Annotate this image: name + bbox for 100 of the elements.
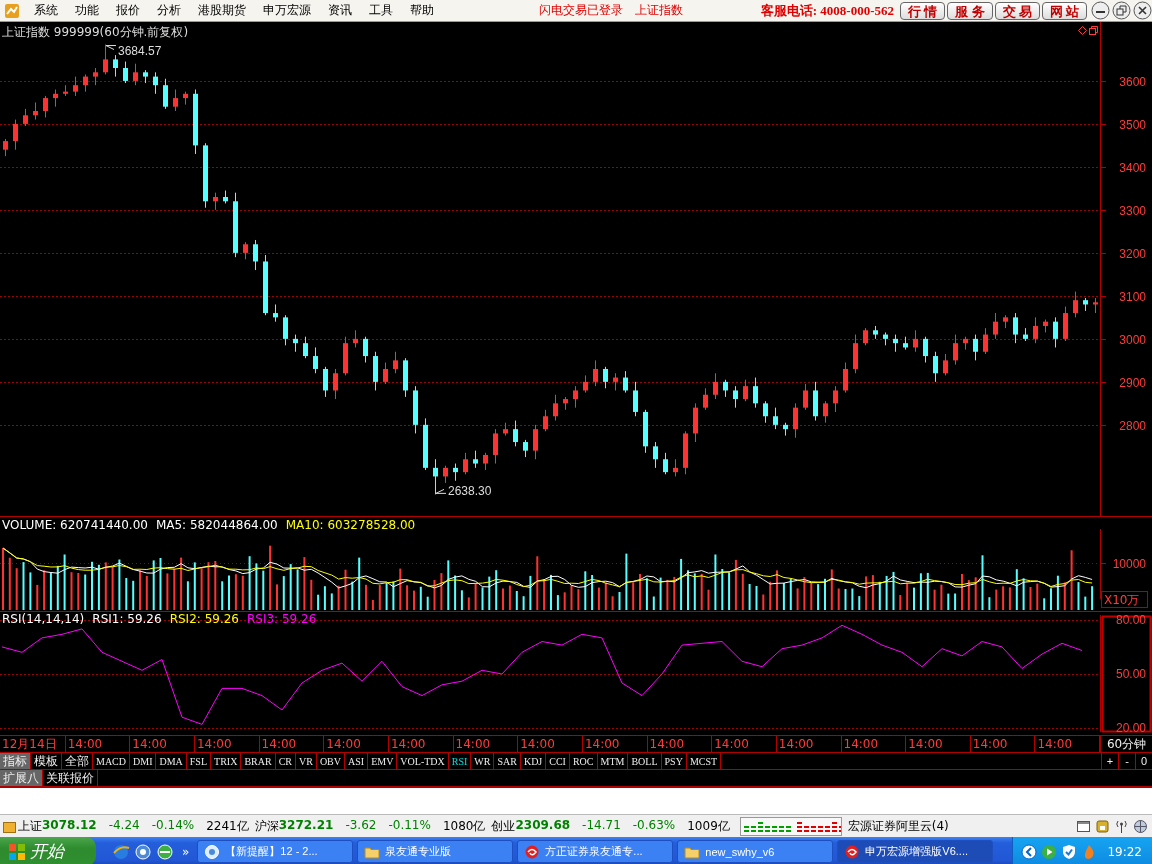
play-icon[interactable] <box>1041 843 1058 860</box>
candlestick <box>183 91 188 106</box>
more-button[interactable]: » <box>182 844 190 859</box>
axis-label: 3600 <box>1119 74 1146 89</box>
window-icon[interactable] <box>1089 26 1098 35</box>
bottom-tab[interactable]: 扩展八 <box>0 770 43 786</box>
candlestick <box>913 329 918 353</box>
index-value: 3272.21 <box>278 817 334 834</box>
header-button[interactable]: 服 务 <box>947 1 993 20</box>
header-button[interactable]: 行 情 <box>900 1 946 20</box>
taskbar-button[interactable]: 方正证券泉友通专... <box>517 840 674 863</box>
menu-item[interactable]: 申万宏源 <box>255 2 319 19</box>
chevron-icon[interactable] <box>1021 843 1038 860</box>
lock-icon[interactable] <box>1095 818 1110 834</box>
candlestick <box>143 69 148 84</box>
candlestick <box>623 370 628 394</box>
view-tab[interactable]: 全部 <box>62 753 93 769</box>
menu-item[interactable]: 港股期货 <box>190 2 254 19</box>
axis-label: 10000 <box>1112 557 1146 571</box>
restore-icon[interactable] <box>1112 1 1131 20</box>
indicator-tab[interactable]: ASI <box>345 753 369 769</box>
candlestick <box>93 67 98 86</box>
candlestick <box>153 71 158 95</box>
diamond-icon[interactable] <box>1078 26 1087 35</box>
candlestick <box>773 407 778 430</box>
candlestick <box>413 385 418 434</box>
indicator-tab[interactable]: MTM <box>597 753 629 769</box>
menu-item[interactable]: 分析 <box>149 2 189 19</box>
windows-flag-icon <box>8 842 26 861</box>
menu-item[interactable]: 功能 <box>67 2 107 19</box>
candlestick <box>233 192 238 258</box>
menu-item[interactable]: 帮助 <box>402 2 442 19</box>
candlestick <box>253 239 258 271</box>
menu-item[interactable]: 系统 <box>26 2 66 19</box>
time-label: 14:00 <box>776 736 842 752</box>
menu-item[interactable]: 工具 <box>361 2 401 19</box>
menu-item[interactable]: 报价 <box>108 2 148 19</box>
indicator-tab[interactable]: DMA <box>156 753 187 769</box>
candlestick <box>963 336 968 351</box>
candlestick <box>13 119 18 151</box>
antenna-icon[interactable] <box>1114 818 1129 834</box>
bottom-tab[interactable]: 关联报价 <box>43 770 98 786</box>
index-amount: 1009亿 <box>687 817 730 835</box>
candlestick <box>1063 306 1068 342</box>
candlestick <box>113 54 118 78</box>
indicator-tab[interactable]: PSY <box>661 753 687 769</box>
close-icon[interactable] <box>1133 1 1152 20</box>
candlestick <box>1053 316 1058 348</box>
axis-label: 20.00 <box>1115 720 1146 735</box>
window-icon[interactable] <box>1076 818 1091 834</box>
minimize-icon[interactable] <box>1091 1 1110 20</box>
candlestick <box>43 95 48 118</box>
candlestick <box>733 385 738 409</box>
indicator-tab[interactable]: EMV <box>368 753 398 769</box>
candlestick <box>523 439 528 458</box>
taskbar-button[interactable]: new_swhy_v6 <box>677 840 834 863</box>
menu-item[interactable]: 资讯 <box>320 2 360 19</box>
candlestick <box>453 463 458 482</box>
time-label: 14:00 <box>970 736 1036 752</box>
indicator-tab[interactable]: WR <box>471 753 495 769</box>
candlestick <box>633 381 638 417</box>
candlestick <box>393 351 398 374</box>
candlestick <box>743 379 748 402</box>
candlestick <box>33 101 38 121</box>
candlestick <box>163 78 168 110</box>
axis-label: 3100 <box>1119 289 1146 304</box>
candlestick <box>813 381 818 422</box>
candlestick <box>843 362 848 394</box>
indicator-tab[interactable]: VOL-TDX <box>397 753 449 769</box>
indicator-tab[interactable]: BOLL <box>628 753 662 769</box>
indicator-tab[interactable]: MACD <box>93 753 130 769</box>
candlestick <box>953 334 958 366</box>
indicator-value: MA5: 582044864.00 <box>155 518 278 532</box>
candlestick <box>203 142 208 209</box>
header-button[interactable]: 交 易 <box>994 1 1040 20</box>
candlestick <box>1073 291 1078 318</box>
taskbar-button[interactable]: 【新提醒】12 - 2... <box>197 840 354 863</box>
candlestick <box>263 254 268 316</box>
candlestick <box>193 89 198 155</box>
candlestick <box>923 336 928 363</box>
candlestick <box>563 396 568 411</box>
indicator-tab[interactable]: BRAR <box>241 753 276 769</box>
taskbar-button[interactable]: 申万宏源增强版V6.... <box>837 840 994 863</box>
index-change: -4.24 <box>108 817 140 834</box>
taskbar-button[interactable]: 泉友通专业版 <box>357 840 514 863</box>
view-tab[interactable]: 模板 <box>31 753 62 769</box>
index-amount: 2241亿 <box>206 817 249 835</box>
candlestick <box>973 334 978 361</box>
start-button[interactable]: 开始 <box>0 837 96 864</box>
header-button[interactable]: 网 站 <box>1041 1 1087 20</box>
view-tab[interactable]: 指标 <box>0 753 31 769</box>
status-notice: 上证指数 <box>635 2 683 19</box>
time-label: 14:00 <box>130 736 195 752</box>
candlestick <box>703 387 708 411</box>
candlestick <box>403 357 408 398</box>
indicator-tab[interactable]: TRIX <box>211 753 242 769</box>
indicator-tab[interactable]: DMI <box>130 753 157 769</box>
indicator-tab[interactable]: CCI <box>546 753 570 769</box>
shield-icon[interactable] <box>1061 843 1078 860</box>
candlestick <box>673 458 678 477</box>
